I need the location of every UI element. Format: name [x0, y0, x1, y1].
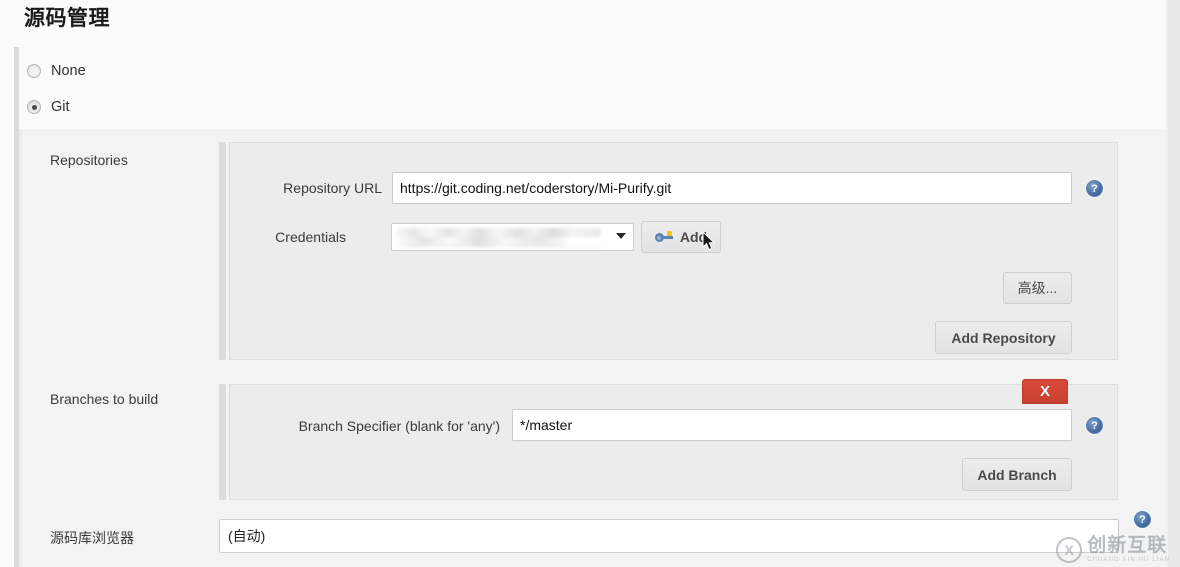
repository-url-label: Repository URL — [283, 180, 382, 196]
credentials-redacted-value — [396, 228, 601, 247]
repositories-row-label: Repositories — [50, 152, 128, 168]
help-icon-repository-url[interactable]: ? — [1086, 180, 1103, 197]
key-icon — [654, 231, 673, 243]
watermark-en: CHUANG XIN HU LIAN — [1087, 557, 1170, 563]
scm-option-none[interactable]: None — [27, 63, 86, 79]
help-icon-repository-browser[interactable]: ? — [1134, 511, 1151, 528]
scm-option-git[interactable]: Git — [27, 99, 70, 115]
left-rail-secondary — [19, 129, 22, 567]
add-credentials-label: Add — [679, 229, 708, 245]
watermark-cn: 创新互联 — [1087, 535, 1168, 556]
repository-browser-row-label: 源码库浏览器 — [50, 530, 134, 546]
help-icon-branch-specifier[interactable]: ? — [1086, 417, 1103, 434]
scm-option-git-label: Git — [51, 99, 70, 115]
repository-drag-handle[interactable] — [219, 142, 226, 360]
credentials-label: Credentials — [275, 229, 346, 245]
credentials-select[interactable] — [391, 223, 634, 251]
scm-config-page: 源码管理 None Git Repositories Repository UR… — [0, 0, 1180, 567]
radio-none[interactable] — [27, 64, 41, 78]
branch-specifier-label: Branch Specifier (blank for 'any') — [298, 418, 500, 434]
branches-row-label: Branches to build — [50, 391, 159, 407]
watermark: X 创新互联 CHUANG XIN HU LIAN — [1056, 536, 1170, 563]
advanced-button[interactable]: 高级... — [1003, 272, 1072, 304]
watermark-text: 创新互联 CHUANG XIN HU LIAN — [1087, 536, 1170, 563]
radio-git[interactable] — [27, 100, 41, 114]
add-credentials-button[interactable]: Add — [641, 221, 721, 253]
watermark-logo-icon: X — [1056, 536, 1083, 563]
page-title: 源码管理 — [24, 7, 110, 30]
repository-browser-select[interactable]: (自动) — [219, 519, 1119, 553]
chevron-down-icon — [616, 233, 626, 239]
add-branch-button[interactable]: Add Branch — [962, 458, 1072, 491]
branch-specifier-input[interactable] — [512, 409, 1072, 441]
branch-drag-handle[interactable] — [219, 384, 226, 500]
scm-option-none-label: None — [51, 63, 86, 79]
page-gutter — [1168, 0, 1180, 567]
repository-url-input[interactable] — [392, 172, 1072, 204]
delete-branch-button[interactable]: X — [1022, 379, 1068, 404]
add-repository-button[interactable]: Add Repository — [935, 321, 1072, 354]
